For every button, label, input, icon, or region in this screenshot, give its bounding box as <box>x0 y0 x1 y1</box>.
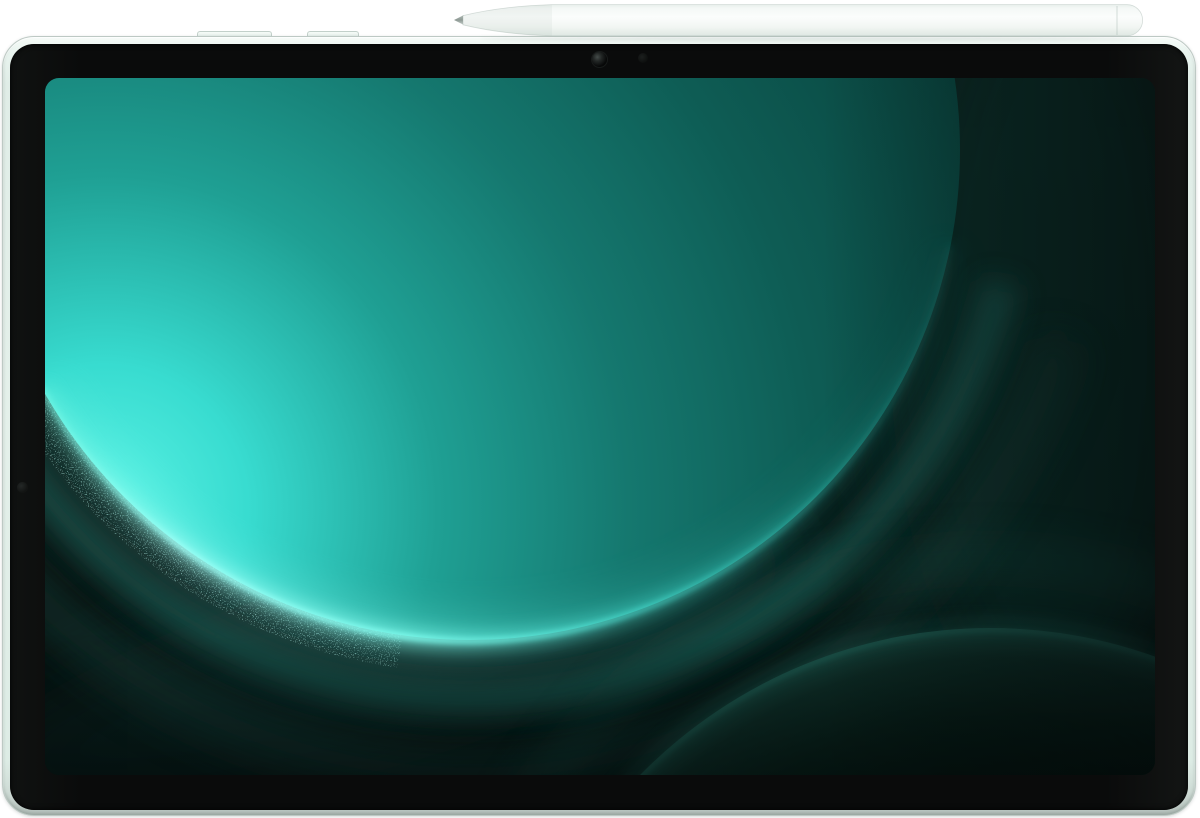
side-camera-icon <box>17 482 28 493</box>
s-pen <box>430 1 1150 41</box>
product-photo <box>0 0 1200 818</box>
pen-body <box>463 5 1143 36</box>
wallpaper-image <box>45 78 1155 775</box>
pen-cone-shade <box>463 5 552 36</box>
ambient-sensor-icon <box>638 53 648 63</box>
pen-tip <box>454 15 464 25</box>
pen-shadow <box>480 36 1140 40</box>
tablet-screen <box>45 78 1155 775</box>
front-camera-icon <box>592 52 607 67</box>
